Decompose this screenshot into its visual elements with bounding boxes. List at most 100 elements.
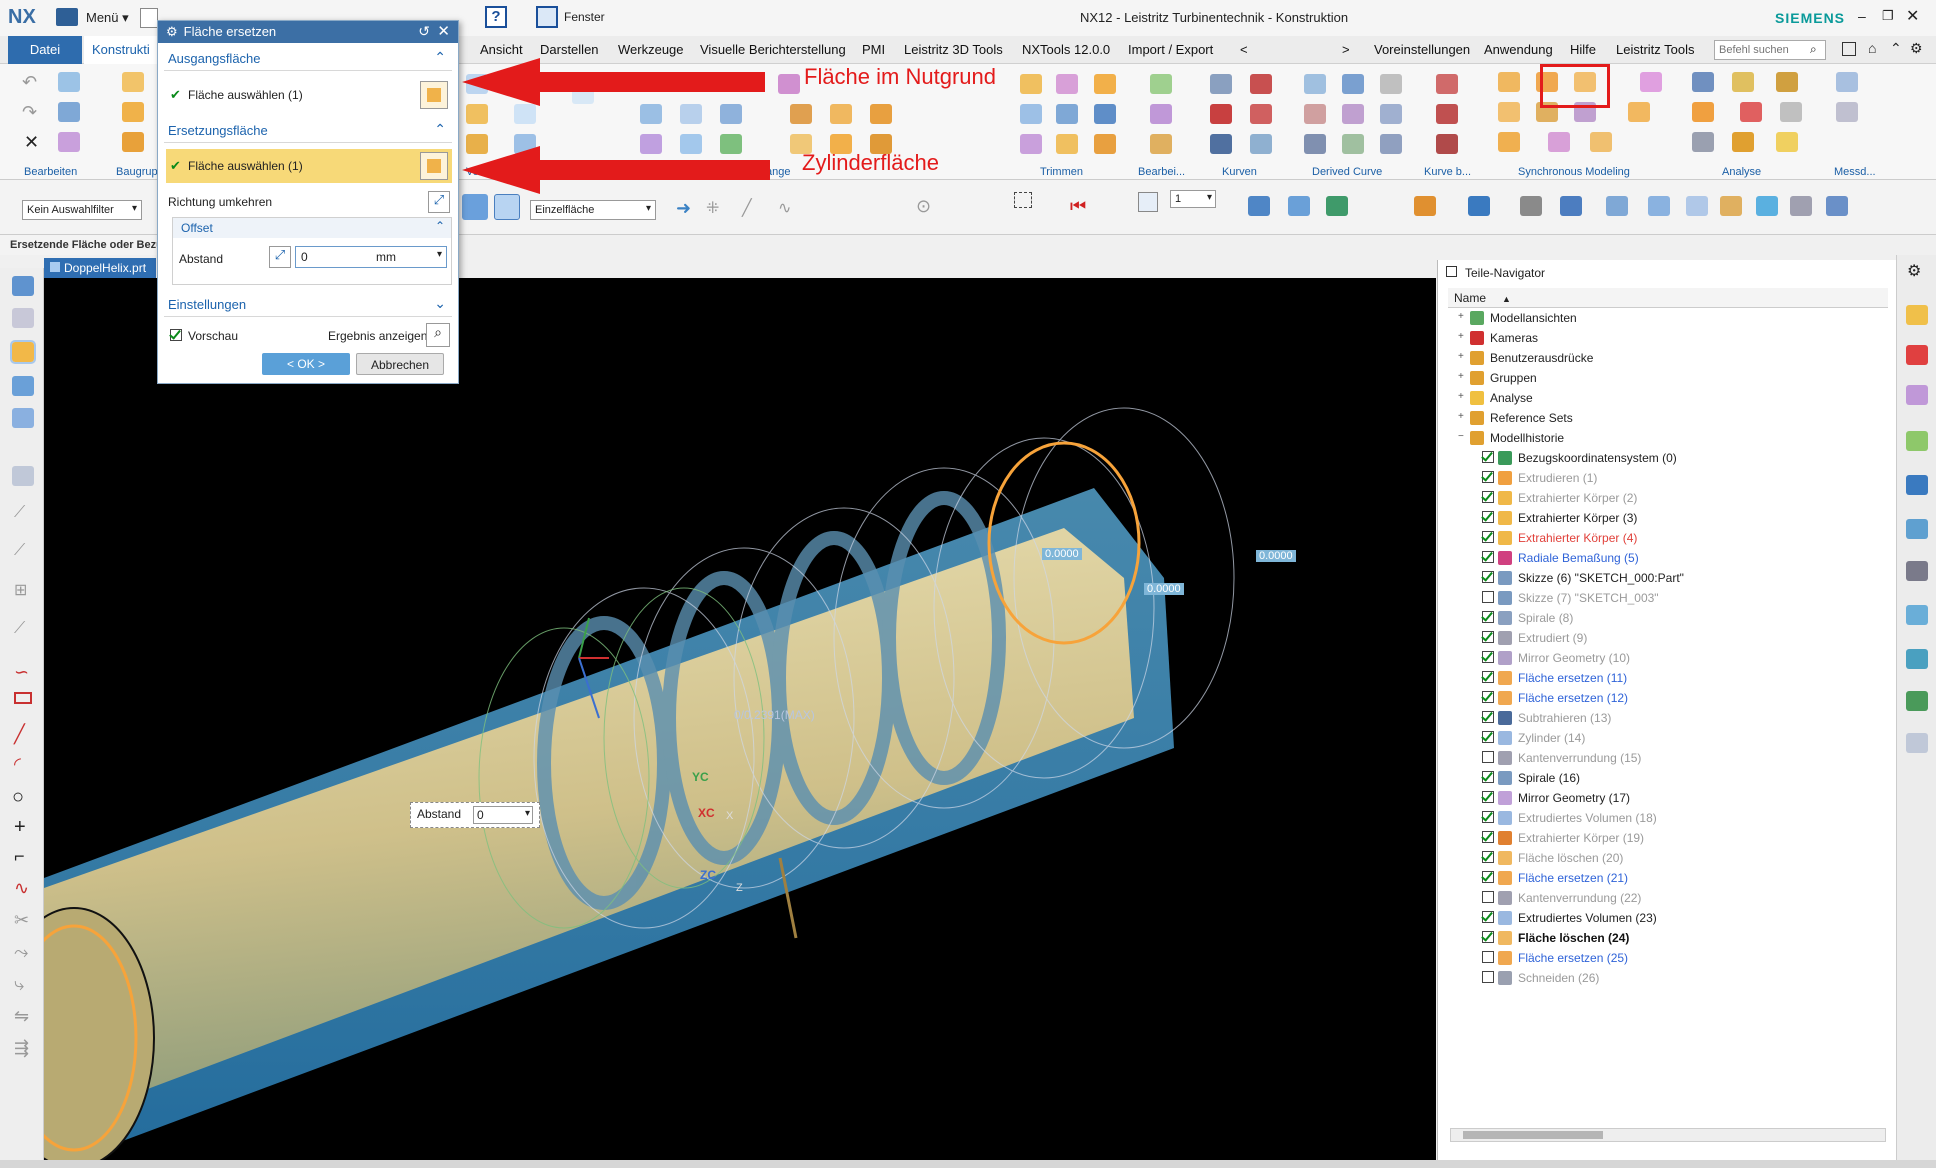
replacement-face-selector[interactable]: ✔ Fläche auswählen (1) bbox=[166, 149, 452, 183]
replacement-face-label: Fläche auswählen (1) bbox=[188, 159, 303, 173]
distance-value: 0 bbox=[301, 250, 308, 264]
distance-options-icon[interactable]: ⤢ bbox=[269, 246, 291, 268]
reverse-direction-button[interactable]: ⤢ bbox=[428, 191, 450, 213]
ok-button[interactable]: < OK > bbox=[262, 353, 350, 375]
expand-icon[interactable]: + bbox=[1458, 311, 1464, 322]
section-settings[interactable]: Einstellungen ⌄ bbox=[164, 293, 452, 317]
feature-visibility-checkbox[interactable] bbox=[1482, 931, 1494, 943]
feature-icon bbox=[1498, 671, 1512, 685]
feature-visibility-checkbox[interactable] bbox=[1482, 671, 1494, 683]
preview-checkbox[interactable] bbox=[170, 329, 182, 341]
nav-feature-label: Fläche löschen (24) bbox=[1518, 931, 1630, 945]
face-cube-icon bbox=[427, 159, 441, 173]
part-navigator: Teile-Navigator Name ▲ + Modellansichten + K… bbox=[1437, 260, 1896, 1160]
select-replacement-button[interactable] bbox=[420, 152, 448, 180]
feature-visibility-checkbox[interactable] bbox=[1482, 951, 1494, 963]
cancel-button[interactable]: Abbrechen bbox=[356, 353, 444, 375]
annotation-groove-face: Fläche im Nutgrund bbox=[804, 64, 996, 89]
feature-visibility-checkbox[interactable] bbox=[1482, 751, 1494, 763]
manufacturing-wizard-icon[interactable] bbox=[1906, 605, 1928, 625]
expand-icon[interactable]: + bbox=[1458, 411, 1464, 422]
feature-visibility-checkbox[interactable] bbox=[1482, 491, 1494, 503]
expand-icon[interactable]: + bbox=[1458, 351, 1464, 362]
expand-icon[interactable]: + bbox=[1458, 371, 1464, 382]
feature-visibility-checkbox[interactable] bbox=[1482, 911, 1494, 923]
hd3d-icon[interactable] bbox=[1906, 345, 1928, 365]
feature-visibility-checkbox[interactable] bbox=[1482, 551, 1494, 563]
feature-visibility-checkbox[interactable] bbox=[1482, 691, 1494, 703]
preview-label: Vorschau bbox=[188, 329, 239, 343]
collapse-icon[interactable]: − bbox=[1458, 431, 1464, 442]
nav-feature-label: Fläche ersetzen (11) bbox=[1518, 671, 1628, 685]
check-icon: ✔ bbox=[170, 87, 181, 102]
feature-visibility-checkbox[interactable] bbox=[1482, 711, 1494, 723]
feature-icon bbox=[1498, 631, 1512, 645]
palette-icon[interactable] bbox=[1906, 691, 1928, 711]
nav-feature-label: Extrudieren (1) bbox=[1518, 471, 1598, 485]
process-studio-icon[interactable] bbox=[1906, 561, 1928, 581]
folder-icon bbox=[1470, 391, 1484, 405]
web-browser-icon[interactable] bbox=[1906, 431, 1928, 451]
reuse-library-icon[interactable] bbox=[1906, 305, 1928, 325]
show-result-button[interactable]: ⌕ bbox=[426, 323, 450, 347]
folder-icon bbox=[1470, 331, 1484, 345]
feature-visibility-checkbox[interactable] bbox=[1482, 771, 1494, 783]
feature-visibility-checkbox[interactable] bbox=[1482, 851, 1494, 863]
offset-group-header[interactable]: Offset ⌃ bbox=[173, 218, 451, 238]
feature-visibility-checkbox[interactable] bbox=[1482, 471, 1494, 483]
feature-icon bbox=[1498, 871, 1512, 885]
expand-icon[interactable]: + bbox=[1458, 331, 1464, 342]
distance-input[interactable]: 0 mm ▾ bbox=[295, 246, 447, 268]
constraint-navigator-icon[interactable] bbox=[1906, 385, 1928, 405]
feature-visibility-checkbox[interactable] bbox=[1482, 591, 1494, 603]
section-source-face[interactable]: Ausgangsfläche ⌃ bbox=[164, 47, 452, 71]
feature-icon bbox=[1498, 591, 1512, 605]
feature-visibility-checkbox[interactable] bbox=[1482, 731, 1494, 743]
feature-icon bbox=[1498, 511, 1512, 525]
nav-feature-label: Fläche ersetzen (25) bbox=[1518, 951, 1629, 965]
navigator-title: Teile-Navigator bbox=[1465, 266, 1546, 280]
close-icon[interactable]: ✕ bbox=[437, 22, 450, 40]
feature-visibility-checkbox[interactable] bbox=[1482, 791, 1494, 803]
feature-visibility-checkbox[interactable] bbox=[1482, 451, 1494, 463]
nav-folder-label: Reference Sets bbox=[1490, 411, 1573, 425]
select-face-button[interactable] bbox=[420, 81, 448, 109]
navigator-pin-icon[interactable] bbox=[1446, 266, 1457, 277]
expand-icon[interactable]: + bbox=[1458, 391, 1464, 402]
feature-icon bbox=[1498, 571, 1512, 585]
source-face-selector[interactable]: ✔ Fläche auswählen (1) bbox=[166, 77, 452, 113]
reset-icon[interactable]: ↺ bbox=[418, 23, 430, 40]
feature-visibility-checkbox[interactable] bbox=[1482, 651, 1494, 663]
nav-feature-label: Fläche ersetzen (12) bbox=[1518, 691, 1629, 705]
feature-visibility-checkbox[interactable] bbox=[1482, 831, 1494, 843]
feature-visibility-checkbox[interactable] bbox=[1482, 971, 1494, 983]
settings-title: Einstellungen bbox=[168, 297, 247, 312]
nav-feature-label: Spirale (8) bbox=[1518, 611, 1574, 625]
feature-visibility-checkbox[interactable] bbox=[1482, 571, 1494, 583]
folder-icon bbox=[1470, 431, 1484, 445]
feature-visibility-checkbox[interactable] bbox=[1482, 631, 1494, 643]
chevron-down-icon: ⌄ bbox=[434, 295, 446, 311]
roles-icon[interactable] bbox=[1906, 649, 1928, 669]
navigator-scrollbar[interactable] bbox=[1450, 1128, 1886, 1142]
feature-visibility-checkbox[interactable] bbox=[1482, 891, 1494, 903]
feature-icon bbox=[1498, 971, 1512, 985]
section-replacement-face[interactable]: Ersetzungsfläche ⌃ bbox=[164, 119, 452, 143]
grid-icon[interactable] bbox=[1906, 733, 1928, 753]
feature-visibility-checkbox[interactable] bbox=[1482, 531, 1494, 543]
feature-visibility-checkbox[interactable] bbox=[1482, 611, 1494, 623]
history-icon[interactable] bbox=[1906, 475, 1928, 495]
feature-icon bbox=[1498, 931, 1512, 945]
feature-icon bbox=[1498, 451, 1512, 465]
system-materials-icon[interactable] bbox=[1906, 519, 1928, 539]
distance-unit: mm bbox=[376, 250, 396, 264]
feature-visibility-checkbox[interactable] bbox=[1482, 871, 1494, 883]
feature-visibility-checkbox[interactable] bbox=[1482, 811, 1494, 823]
scrollbar-thumb[interactable] bbox=[1463, 1131, 1603, 1139]
navigator-tree: + Modellansichten + Kameras + Benutzerausdrüc… bbox=[1438, 308, 1888, 1098]
dialog-title-bar[interactable]: ⚙ Fläche ersetzen ↺ ✕ bbox=[158, 21, 458, 43]
navigator-column-header[interactable]: Name ▲ bbox=[1448, 288, 1888, 308]
feature-visibility-checkbox[interactable] bbox=[1482, 511, 1494, 523]
gear-icon[interactable]: ⚙ bbox=[1907, 261, 1921, 281]
nav-feature-label: Kantenverrundung (22) bbox=[1518, 891, 1642, 905]
